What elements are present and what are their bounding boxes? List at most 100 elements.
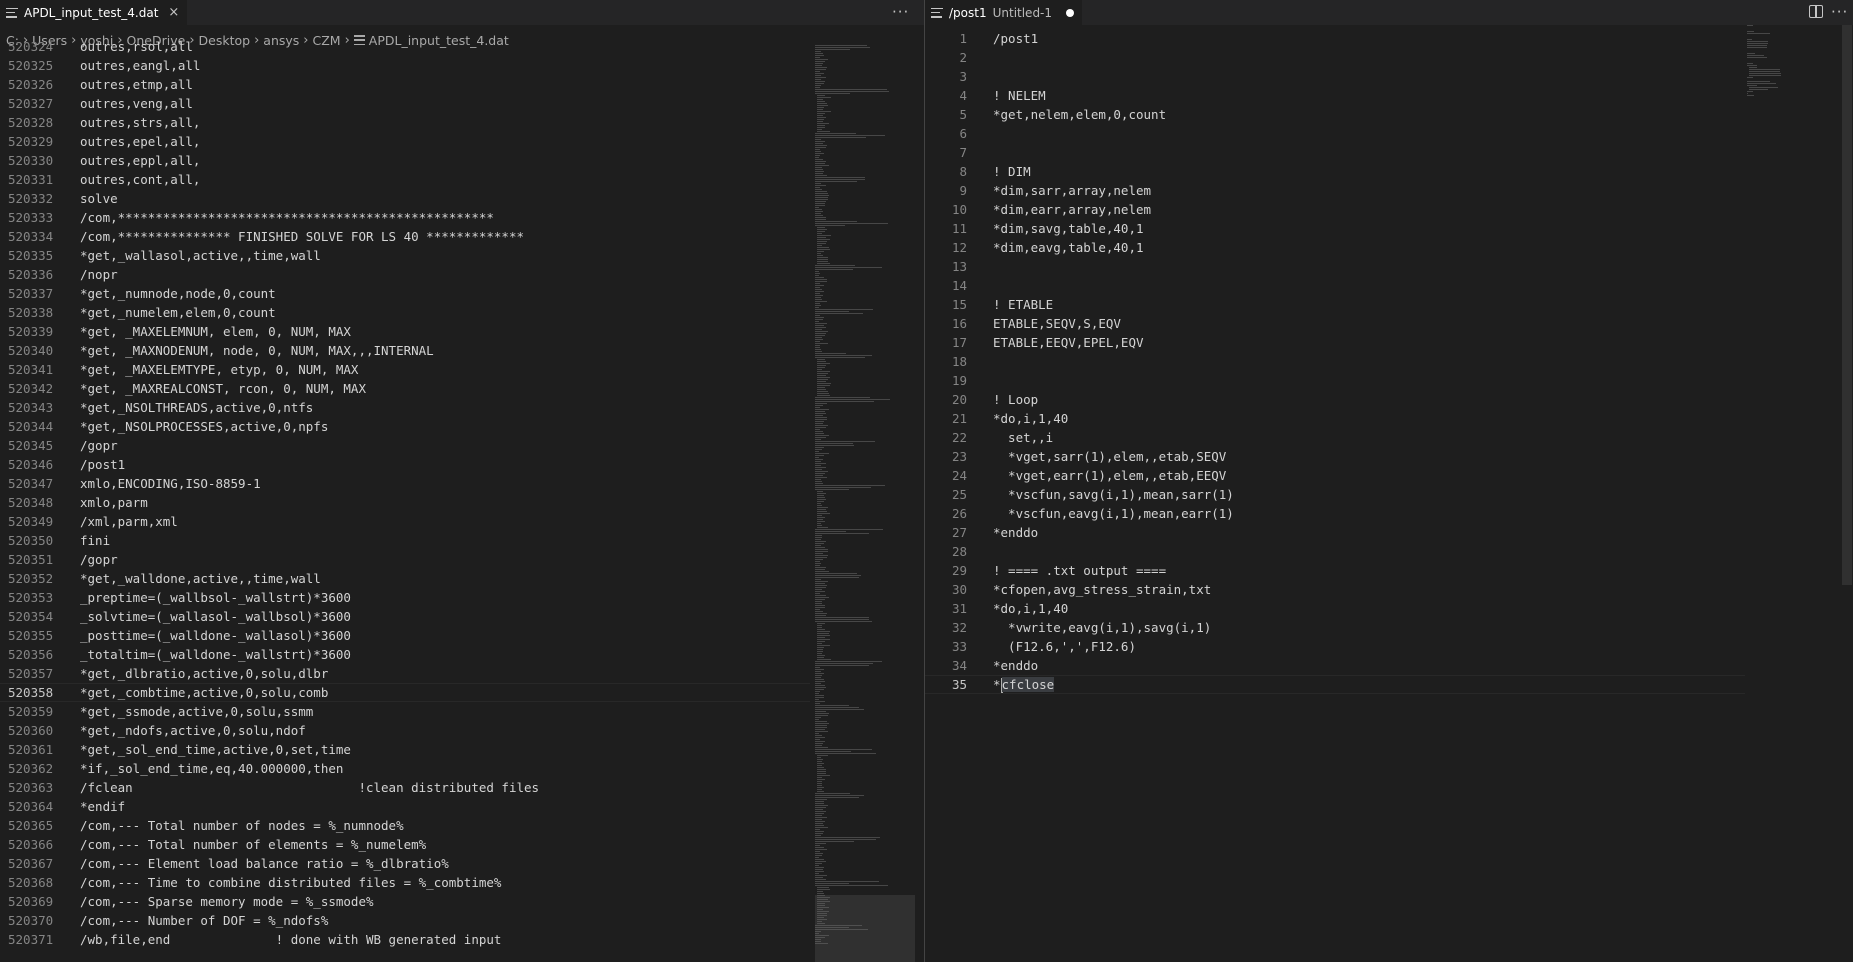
code-line[interactable]: 520324 outres,rsol,all — [0, 37, 810, 56]
code-line[interactable]: 520327 outres,veng,all — [0, 94, 810, 113]
minimap-line — [815, 347, 820, 348]
more-actions-icon[interactable]: ··· — [1831, 3, 1848, 21]
code-line[interactable]: 6 — [925, 124, 1745, 143]
code-line[interactable]: 520355 _posttime=(_walldone-_wallasol)*36… — [0, 626, 810, 645]
code-line[interactable]: 23 *vget,sarr(1),elem,,etab,SEQV — [925, 447, 1745, 466]
code-line[interactable]: 520342 *get, _MAXREALCONST, rcon, 0, NUM,… — [0, 379, 810, 398]
right-code-editor[interactable]: 1/post1 2 3 4! NELEM 5 *get,nelem,elem,0,coun… — [925, 29, 1745, 694]
code-line[interactable]: 34 *enddo — [925, 656, 1745, 675]
code-line[interactable]: 16 ETABLE,SEQV,S,EQV — [925, 314, 1745, 333]
code-line[interactable]: 8 ! DIM — [925, 162, 1745, 181]
code-line[interactable]: 520363/fclean !clean distributed files — [0, 778, 810, 797]
code-line[interactable]: 22 set,,i — [925, 428, 1745, 447]
minimap-line — [815, 473, 825, 474]
code-line[interactable]: 31 *do,i,1,40 — [925, 599, 1745, 618]
code-line[interactable]: 14 — [925, 276, 1745, 295]
close-icon[interactable]: × — [168, 5, 179, 20]
code-line[interactable]: 520357 *get,_dlbratio,active,0,solu,dlbr — [0, 664, 810, 683]
code-line[interactable]: 17 ETABLE,EEQV,EPEL,EQV — [925, 333, 1745, 352]
code-line[interactable]: 520358 *get,_combtime,active,0,solu,comb — [0, 683, 810, 702]
code-line[interactable]: 28 — [925, 542, 1745, 561]
code-line[interactable]: 26 *vscfun,eavg(i,1),mean,earr(1) — [925, 504, 1745, 523]
code-line[interactable]: 520370/com,--- Number of DOF = %_ndofs% — [0, 911, 810, 930]
code-line[interactable]: 3 — [925, 67, 1745, 86]
code-line[interactable]: 520341 *get, _MAXELEMTYPE, etyp, 0, NUM, … — [0, 360, 810, 379]
code-line[interactable]: 520333/com,*****************************… — [0, 208, 810, 227]
code-line[interactable]: 520346/post1 — [0, 455, 810, 474]
vertical-scrollbar[interactable] — [1842, 25, 1852, 585]
split-editor-icon[interactable] — [1809, 5, 1823, 18]
left-code-editor[interactable]: 520324 outres,rsol,all 520325 outres,eangl,… — [0, 39, 810, 949]
left-minimap[interactable] — [815, 45, 915, 962]
code-line[interactable]: 13 — [925, 257, 1745, 276]
code-line[interactable]: 520349/xml,parm,xml — [0, 512, 810, 531]
code-line[interactable]: 20 ! Loop — [925, 390, 1745, 409]
code-line[interactable]: 520329 outres,epel,all, — [0, 132, 810, 151]
code-line[interactable]: 520335 *get,_wallasol,active,,time,wall — [0, 246, 810, 265]
minimap-slider[interactable] — [815, 895, 915, 962]
code-line[interactable]: 520368/com,--- Time to combine distribut… — [0, 873, 810, 892]
code-line[interactable]: 32 *vwrite,eavg(i,1),savg(i,1) — [925, 618, 1745, 637]
right-minimap[interactable] — [1747, 25, 1837, 145]
code-line[interactable]: 520334/com,*************** FINISHED SOLV… — [0, 227, 810, 246]
code-line[interactable]: 520352 *get,_walldone,active,,time,wall — [0, 569, 810, 588]
code-line[interactable]: 18 — [925, 352, 1745, 371]
code-line[interactable]: 30 *cfopen,avg_stress_strain,txt — [925, 580, 1745, 599]
code-line[interactable]: 520343 *get,_NSOLTHREADS,active,0,ntfs — [0, 398, 810, 417]
code-line[interactable]: 9 *dim,sarr,array,nelem — [925, 181, 1745, 200]
code-line[interactable]: 520367/com,--- Element load balance rati… — [0, 854, 810, 873]
code-line[interactable]: 25 *vscfun,savg(i,1),mean,sarr(1) — [925, 485, 1745, 504]
code-line[interactable]: 10 *dim,earr,array,nelem — [925, 200, 1745, 219]
code-line[interactable]: 520331 outres,cont,all, — [0, 170, 810, 189]
code-line[interactable]: 21 *do,i,1,40 — [925, 409, 1745, 428]
code-line[interactable]: 520361 *get,_sol_end_time,active,0,set,ti… — [0, 740, 810, 759]
tab-apdl-input[interactable]: APDL_input_test_4.dat × — [0, 0, 188, 25]
code-line[interactable]: 520347 xmlo,ENCODING,ISO-8859-1 — [0, 474, 810, 493]
code-line[interactable]: 520336/nopr — [0, 265, 810, 284]
code-line[interactable]: 1/post1 — [925, 29, 1745, 48]
code-line[interactable]: 520366/com,--- Total number of elements … — [0, 835, 810, 854]
code-line[interactable]: 520369/com,--- Sparse memory mode = %_ss… — [0, 892, 810, 911]
code-line[interactable]: 33 (F12.6,',',F12.6) — [925, 637, 1745, 656]
unsaved-dot-icon[interactable] — [1066, 8, 1075, 17]
code-line[interactable]: 15 ! ETABLE — [925, 295, 1745, 314]
code-line[interactable]: 520371/wb,file,end ! done with WB genera… — [0, 930, 810, 949]
code-line[interactable]: 520325 outres,eangl,all — [0, 56, 810, 75]
code-line[interactable]: 11 *dim,savg,table,40,1 — [925, 219, 1745, 238]
code-line[interactable]: 520326 outres,etmp,all — [0, 75, 810, 94]
more-actions-icon[interactable]: ··· — [892, 3, 909, 21]
code-line[interactable]: 24 *vget,earr(1),elem,,etab,EEQV — [925, 466, 1745, 485]
code-line[interactable]: 520362 *if,_sol_end_time,eq,40.000000,the… — [0, 759, 810, 778]
code-line[interactable]: 520364 *endif — [0, 797, 810, 816]
code-line[interactable]: 520340 *get, _MAXNODENUM, node, 0, NUM, M… — [0, 341, 810, 360]
code-line[interactable]: 520351/gopr — [0, 550, 810, 569]
code-line[interactable]: 520353 _preptime=(_wallbsol-_wallstrt)*36… — [0, 588, 810, 607]
code-line[interactable]: 520356 _totaltim=(_walldone-_wallstrt)*36… — [0, 645, 810, 664]
code-line[interactable]: 520328 outres,strs,all, — [0, 113, 810, 132]
code-line[interactable]: 7 — [925, 143, 1745, 162]
code-line[interactable]: 520354 _solvtime=(_wallasol-_wallbsol)*36… — [0, 607, 810, 626]
code-line[interactable]: 520359 *get,_ssmode,active,0,solu,ssmm — [0, 702, 810, 721]
code-line[interactable]: 520332 solve — [0, 189, 810, 208]
minimap-line — [815, 153, 824, 154]
code-line[interactable]: 12 *dim,eavg,table,40,1 — [925, 238, 1745, 257]
code-line[interactable]: 520360 *get,_ndofs,active,0,solu,ndof — [0, 721, 810, 740]
code-line[interactable]: 4 ! NELEM — [925, 86, 1745, 105]
code-line[interactable]: 520337 *get,_numnode,node,0,count — [0, 284, 810, 303]
code-line[interactable]: 29 ! ==== .txt output ==== — [925, 561, 1745, 580]
code-line[interactable]: 520330 outres,eppl,all, — [0, 151, 810, 170]
code-line[interactable]: 520350 fini — [0, 531, 810, 550]
code-line[interactable]: 520365/com,--- Total number of nodes = %… — [0, 816, 810, 835]
code-line[interactable]: 520339 *get, _MAXELEMNUM, elem, 0, NUM, M… — [0, 322, 810, 341]
code-line[interactable]: 520348 xmlo,parm — [0, 493, 810, 512]
code-line[interactable]: 5 *get,nelem,elem,0,count — [925, 105, 1745, 124]
code-line[interactable]: 35 *cfclose — [925, 675, 1745, 694]
code-line[interactable]: 2 — [925, 48, 1745, 67]
code-line[interactable]: 27 *enddo — [925, 523, 1745, 542]
code-line[interactable]: 19 — [925, 371, 1745, 390]
code-line[interactable]: 520345/gopr — [0, 436, 810, 455]
tab-untitled-1[interactable]: /post1 Untitled-1 — [925, 0, 1083, 25]
minimap-line — [817, 369, 823, 370]
code-line[interactable]: 520344 *get,_NSOLPROCESSES,active,0,npfs — [0, 417, 810, 436]
code-line[interactable]: 520338 *get,_numelem,elem,0,count — [0, 303, 810, 322]
